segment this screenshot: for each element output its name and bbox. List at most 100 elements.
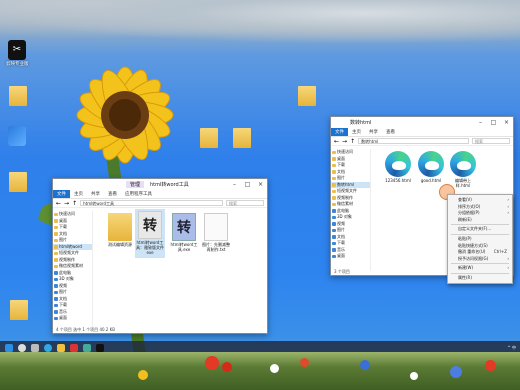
maximize-icon[interactable]: □ <box>241 181 254 188</box>
folder-icon <box>9 172 27 192</box>
meadow <box>0 352 520 390</box>
file-label: html转word工 具：雅致版文件 exe <box>136 240 164 255</box>
desktop-folder-icon[interactable] <box>7 172 29 192</box>
desktop-folder-icon[interactable] <box>198 128 220 148</box>
address-bar[interactable]: html转word工具 <box>80 200 223 206</box>
context-menu-item[interactable]: 撤消 重命名(U) Ctrl+Z <box>448 249 512 256</box>
app-icon: 转 <box>138 211 162 239</box>
file-item[interactable]: 转 html转word工 具：雅致版文件 exe <box>135 209 165 258</box>
cornflower <box>450 366 462 378</box>
context-menu-item[interactable]: 属性(R) <box>448 275 512 282</box>
ribbon-tab[interactable]: 查看 <box>382 128 399 136</box>
folder-icon <box>200 128 218 148</box>
task-view-icon[interactable] <box>31 343 39 352</box>
ribbon-tab[interactable]: 应用程序工具 <box>121 190 156 198</box>
app-icon[interactable] <box>96 343 104 352</box>
up-icon[interactable]: ↑ <box>72 200 77 207</box>
menu-separator <box>451 272 509 274</box>
mail-icon[interactable] <box>83 343 91 352</box>
close-icon[interactable]: × <box>500 119 513 126</box>
file-label: good.html <box>420 178 442 183</box>
address-bar[interactable]: 数转html <box>358 138 469 144</box>
system-tray[interactable]: ^ 中 <box>507 345 520 351</box>
ribbon-tab[interactable]: 文件 <box>331 128 348 136</box>
navigation-pane: 快速访问 桌面 下载 文档 图片 数转html 短视频文件 视频制作 微信素材 … <box>331 149 371 271</box>
title-bar[interactable]: 管理 html转word工具 – □ × <box>53 179 267 190</box>
menu-separator <box>451 233 509 235</box>
ribbon-tab[interactable]: 主页 <box>348 128 365 136</box>
app-icon <box>8 126 26 146</box>
folder-icon <box>298 86 316 106</box>
folder-icon <box>9 86 27 106</box>
back-icon[interactable]: ← <box>56 200 61 207</box>
poppy-flower <box>300 358 309 367</box>
capcut-desktop-icon[interactable]: ✂ 剪映专业版 <box>6 40 29 67</box>
folder-icon <box>10 300 28 320</box>
ribbon-tab[interactable]: 共享 <box>87 190 104 198</box>
text-file-icon <box>204 213 228 241</box>
context-menu-item[interactable]: 授予访问权限(G) › <box>448 256 512 263</box>
desktop-folder-icon[interactable] <box>296 86 318 106</box>
file-item[interactable]: 123456.html <box>383 151 413 183</box>
desktop-icon-label: 剪映专业版 <box>6 62 29 67</box>
navigation-pane: 快速访问 桌面 下载 文档 图片 html转word 短视频文件 视频制作 微信… <box>53 211 93 327</box>
ribbon-tab[interactable]: 查看 <box>104 190 121 198</box>
edge-icon[interactable] <box>44 343 52 352</box>
file-label: 测试编辑资源 <box>108 242 132 247</box>
up-icon[interactable]: ↑ <box>350 138 355 145</box>
maximize-icon[interactable]: □ <box>487 119 500 126</box>
store-icon[interactable] <box>70 343 78 352</box>
desktop-folder-icon[interactable] <box>7 86 29 106</box>
forward-icon[interactable]: → <box>64 200 69 207</box>
poppy-flower <box>222 362 232 372</box>
ribbon-tab[interactable]: 共享 <box>365 128 382 136</box>
address-row: ← → ↑ 数转html 搜索 <box>331 137 513 146</box>
minimize-icon[interactable]: – <box>474 119 487 126</box>
file-item[interactable]: 测试编辑资源 <box>105 213 135 247</box>
status-bar: 4 个项目 选中 1 个项目 40.2 KB <box>56 327 115 332</box>
nav-item[interactable]: 桌面 <box>331 253 370 260</box>
daisy-flower <box>410 372 418 380</box>
context-menu-item[interactable]: 新建(W) › <box>448 265 512 272</box>
daisy-flower <box>270 364 279 373</box>
file-label: html转word工 具.exe <box>170 242 198 252</box>
close-icon[interactable]: × <box>254 181 267 188</box>
forward-icon[interactable]: → <box>342 138 347 145</box>
file-label: 图片：先删减整 再制作.txt <box>202 242 230 252</box>
edge-html-icon <box>418 151 444 177</box>
nav-item[interactable]: 桌面 <box>53 315 92 322</box>
context-menu-item[interactable]: 查看(V) › <box>448 197 512 204</box>
search-input[interactable]: 搜索 <box>226 200 264 206</box>
back-icon[interactable]: ← <box>334 138 339 145</box>
capcut-icon: ✂ <box>8 40 26 60</box>
title-bar[interactable]: 数转html – □ × <box>331 117 513 128</box>
tray-text: ^ 中 <box>507 344 516 350</box>
file-item[interactable]: 转 html转word工 具.exe <box>169 213 199 252</box>
desktop-folder-icon[interactable] <box>231 128 253 148</box>
edge-html-icon <box>450 151 476 177</box>
context-menu-item[interactable]: 分组依据(P) › <box>448 210 512 217</box>
explorer-window-left[interactable]: 管理 html转word工具 – □ × 文件 主页 共享 查看 应用程序工具 … <box>52 178 268 334</box>
file-label: 123456.html <box>385 178 411 183</box>
ribbon-tab[interactable]: 文件 <box>53 190 70 198</box>
search-icon[interactable] <box>18 343 26 352</box>
file-item[interactable]: good.html <box>416 151 446 183</box>
desktop-folder-icon[interactable] <box>8 300 30 320</box>
ribbon-tab[interactable]: 主页 <box>70 190 87 198</box>
file-item[interactable]: 编辑带上样.html <box>448 151 478 188</box>
desktop-app-icon[interactable] <box>6 126 28 146</box>
ribbon-tabs: 文件 主页 共享 查看 应用程序工具 <box>53 190 267 199</box>
window-title: 数转html <box>350 120 372 126</box>
context-menu-item[interactable]: 刷新(E) <box>448 217 512 224</box>
search-input[interactable]: 搜索 <box>472 138 510 144</box>
file-item[interactable]: 图片：先删减整 再制作.txt <box>201 213 231 252</box>
start-icon[interactable] <box>5 343 13 352</box>
file-explorer-icon[interactable] <box>57 343 65 352</box>
context-menu-item[interactable]: 粘贴(P) <box>448 236 512 243</box>
context-menu-item[interactable]: 自定义文件夹(F)... <box>448 226 512 233</box>
minimize-icon[interactable]: – <box>228 181 241 188</box>
folder-icon <box>233 128 251 148</box>
app-icon: 转 <box>172 213 196 241</box>
manage-tab[interactable]: 管理 <box>126 181 145 188</box>
edge-html-icon <box>385 151 411 177</box>
